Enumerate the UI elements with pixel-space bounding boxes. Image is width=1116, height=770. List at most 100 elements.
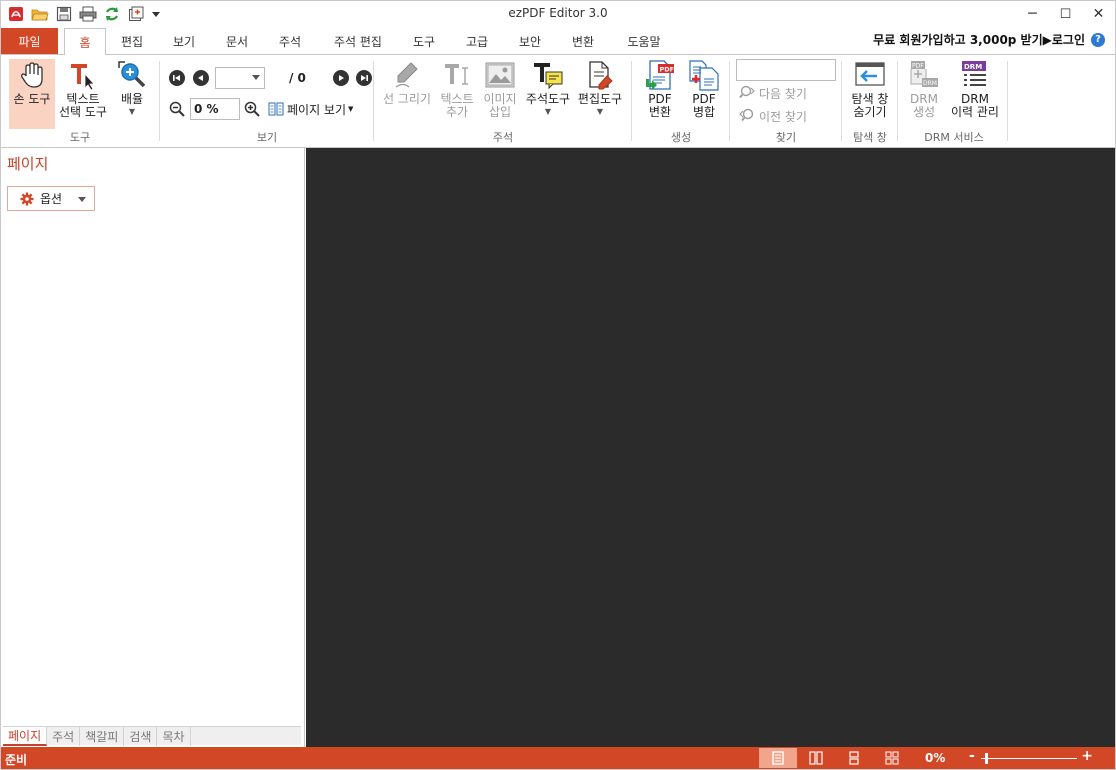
tab-file[interactable]: 파일: [1, 28, 58, 54]
first-page-icon[interactable]: [169, 70, 185, 86]
group-find: 다음 찾기 이전 찾기 찾기: [731, 57, 841, 145]
pdf-merge-icon: [688, 59, 720, 91]
group-separator: [631, 61, 632, 141]
previous-page-icon[interactable]: [193, 70, 209, 86]
save-icon[interactable]: [55, 5, 73, 23]
open-folder-icon[interactable]: [31, 5, 49, 23]
tab-tools[interactable]: 도구: [403, 28, 445, 54]
app-logo-icon[interactable]: [7, 5, 25, 23]
print-icon[interactable]: [79, 5, 97, 23]
tab-help[interactable]: 도움말: [616, 28, 672, 54]
document-view[interactable]: [306, 148, 1115, 747]
drm-history-icon: DRM: [959, 59, 991, 91]
close-button[interactable]: ✕: [1082, 1, 1115, 27]
tab-annotation-edit[interactable]: 주석 편집: [322, 28, 394, 54]
zoom-tool-button[interactable]: 배율 ▼: [113, 59, 151, 116]
tab-advanced[interactable]: 고급: [456, 28, 498, 54]
pdf-convert-button[interactable]: PDF PDF 변환: [639, 59, 681, 119]
tab-view[interactable]: 보기: [163, 28, 205, 54]
find-previous-icon: [739, 108, 755, 125]
drm-create-label: DRM 생성: [910, 92, 938, 119]
zoom-slider-thumb[interactable]: [985, 753, 988, 764]
options-dropdown-button[interactable]: 옵션: [7, 186, 95, 211]
group-drm: PDF DRM DRM 생성 DRM DRM 이력 관리 DRM 서비스: [899, 57, 1009, 145]
page-view-button[interactable]: 페이지 보기 ▼: [268, 101, 353, 118]
tab-convert[interactable]: 변환: [562, 28, 604, 54]
tab-edit[interactable]: 편집: [111, 28, 153, 54]
hand-tool-button[interactable]: 손 도구: [9, 59, 55, 129]
zoom-out-status-button[interactable]: -: [969, 748, 975, 764]
draw-line-button[interactable]: 선 그리기: [379, 59, 435, 106]
help-icon[interactable]: ?: [1091, 32, 1105, 47]
single-page-view-button[interactable]: [759, 748, 797, 768]
page-total: / 0: [289, 71, 306, 85]
group-create-label: 생성: [670, 131, 692, 144]
two-page-continuous-view-button[interactable]: [873, 748, 911, 768]
minimize-button[interactable]: ─: [1016, 1, 1049, 27]
drm-create-button[interactable]: PDF DRM DRM 생성: [903, 59, 945, 119]
two-page-view-button[interactable]: [797, 748, 835, 768]
pencil-icon: [391, 59, 423, 91]
add-text-button[interactable]: 텍스트 추가: [437, 59, 477, 119]
group-tools: 손 도구 텍스트 선택 도구 배율 ▼ 도구: [1, 57, 159, 145]
group-separator: [373, 61, 374, 141]
status-bar: 준비 0% - +: [1, 747, 1115, 769]
zoom-slider-track[interactable]: [981, 758, 1077, 759]
group-separator: [1007, 61, 1008, 141]
last-page-icon[interactable]: [356, 70, 372, 86]
hide-explorer-button[interactable]: 탐색 창 숨기기: [846, 59, 894, 119]
tab-home[interactable]: 홈: [64, 28, 106, 55]
page-navigation: / 0: [169, 67, 372, 89]
page-number-dropdown-icon[interactable]: [252, 75, 260, 80]
zoom-level-input[interactable]: 0 %: [190, 98, 240, 120]
group-view: / 0 0 % 페이지 보기 ▼ 보기: [161, 57, 373, 145]
app-window: ezPDF Editor 3.0 ─ ☐ ✕ 파일 홈 편집 보기 문서 주석 …: [0, 0, 1116, 770]
tab-security[interactable]: 보안: [509, 28, 551, 54]
panel-tab-bookmarks[interactable]: 책갈피: [80, 727, 125, 746]
continuous-view-button[interactable]: [835, 748, 873, 768]
insert-image-button[interactable]: 이미지 삽입: [479, 59, 521, 119]
page-number-input[interactable]: [215, 67, 265, 89]
pdf-merge-button[interactable]: PDF 병합: [683, 59, 725, 119]
edit-tool-icon: [584, 59, 616, 91]
two-page-icon: [809, 751, 823, 765]
maximize-button[interactable]: ☐: [1049, 1, 1082, 27]
text-select-tool-label: 텍스트 선택 도구: [59, 92, 107, 119]
page-view-dropdown-icon[interactable]: ▼: [348, 105, 353, 113]
find-next-label: 다음 찾기: [759, 87, 807, 101]
signup-promo[interactable]: 무료 회원가입하고 3,000p 받기▶로그인 ?: [873, 31, 1105, 48]
export-icon[interactable]: [127, 5, 145, 23]
edit-tool-label: 편집도구: [577, 92, 623, 106]
next-page-icon[interactable]: [333, 70, 349, 86]
tab-annotation[interactable]: 주석: [269, 28, 311, 54]
edit-tool-button[interactable]: 편집도구 ▼: [575, 59, 625, 116]
pdf-convert-icon: PDF: [644, 59, 676, 91]
zoom-out-icon[interactable]: [169, 101, 185, 117]
refresh-icon[interactable]: [103, 5, 121, 23]
draw-line-label: 선 그리기: [383, 92, 431, 106]
tab-document[interactable]: 문서: [216, 28, 258, 54]
navigation-panel: 페이지 옵션 페이지 주석 책갈피 검색 목차: [1, 148, 305, 747]
find-previous-button[interactable]: 이전 찾기: [739, 108, 807, 125]
find-next-button[interactable]: 다음 찾기: [739, 85, 807, 102]
zoom-in-status-button[interactable]: +: [1081, 748, 1093, 764]
panel-tab-toc[interactable]: 목차: [157, 727, 191, 746]
signup-promo-text[interactable]: 무료 회원가입하고 3,000p 받기▶로그인: [873, 31, 1085, 48]
edit-tool-dropdown-icon[interactable]: ▼: [597, 107, 603, 116]
status-text: 준비: [5, 753, 28, 767]
text-select-tool-button[interactable]: 텍스트 선택 도구: [57, 59, 109, 119]
drm-history-button[interactable]: DRM DRM 이력 관리: [947, 59, 1003, 119]
zoom-slider[interactable]: - +: [969, 748, 1093, 766]
zoom-tool-dropdown-icon[interactable]: ▼: [129, 107, 135, 116]
qat-dropdown-icon[interactable]: [151, 5, 161, 23]
annotation-tool-dropdown-icon[interactable]: ▼: [545, 107, 551, 116]
svg-text:DRM: DRM: [964, 63, 982, 71]
status-zoom-value: 0%: [925, 751, 946, 765]
annotation-tool-button[interactable]: 주석도구 ▼: [523, 59, 573, 116]
zoom-in-small-icon[interactable]: [244, 101, 260, 117]
panel-tab-pages[interactable]: 페이지: [3, 727, 48, 746]
panel-tab-annotations[interactable]: 주석: [47, 727, 81, 746]
panel-tab-search[interactable]: 검색: [124, 727, 158, 746]
search-input[interactable]: [736, 59, 836, 81]
single-page-icon: [772, 751, 784, 765]
